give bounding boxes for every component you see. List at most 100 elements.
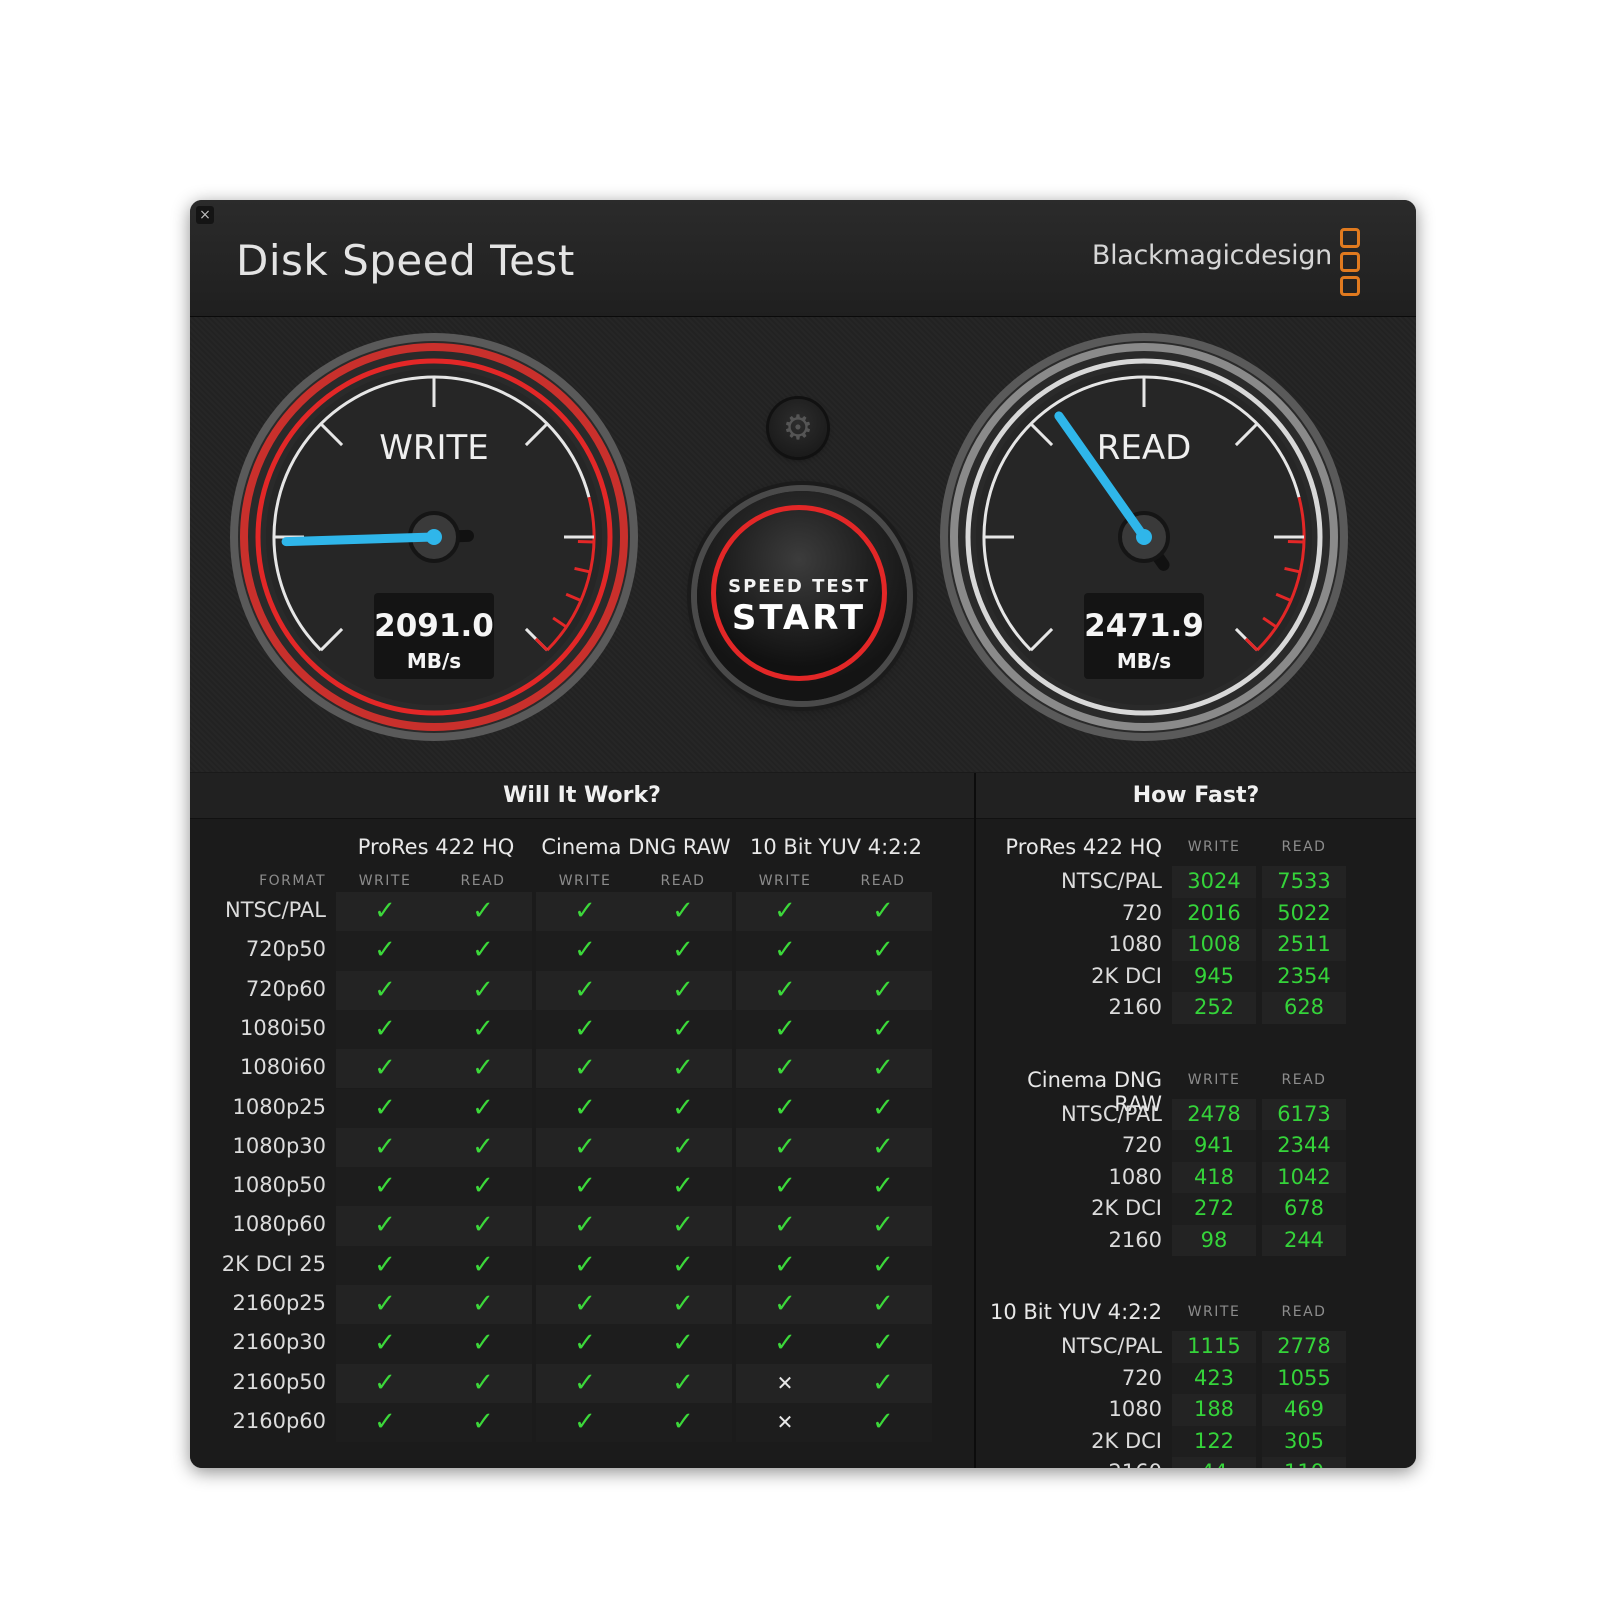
table-row: NTSC/PAL 1115 2778 xyxy=(976,1331,1416,1363)
check-icon: ✓ xyxy=(536,1167,634,1207)
table-row: 1080i50 ✓ ✓ ✓ ✓ ✓ ✓ xyxy=(190,1009,974,1050)
check-icon: ✓ xyxy=(834,970,932,1010)
will-it-work-panel: Will It Work? ProRes 422 HQ Cinema DNG RA… xyxy=(190,773,976,1468)
check-icon: ✓ xyxy=(736,931,834,971)
check-icon: ✓ xyxy=(634,1402,732,1443)
check-icon: ✓ xyxy=(834,1363,932,1403)
read-speed-value: 2778 xyxy=(1262,1331,1346,1363)
check-icon: ✓ xyxy=(736,1285,834,1325)
check-icon: ✓ xyxy=(434,1363,532,1403)
table-row: 2160 252 628 xyxy=(976,992,1416,1024)
check-icon: ✓ xyxy=(536,1206,634,1246)
write-gauge-label: WRITE xyxy=(379,428,489,468)
check-icon: ✓ xyxy=(634,1088,732,1128)
format-label: 720p60 xyxy=(245,976,326,1001)
format-label: 2160p50 xyxy=(232,1369,327,1394)
write-speed-value: 272 xyxy=(1172,1193,1256,1225)
check-icon: ✓ xyxy=(536,1245,634,1285)
write-speed-value: 98 xyxy=(1172,1224,1256,1256)
check-icon: ✓ xyxy=(336,1088,434,1128)
read-speed-value: 1055 xyxy=(1262,1362,1346,1394)
read-redline-tick xyxy=(1287,540,1304,544)
read-speed-value: 628 xyxy=(1262,992,1346,1024)
format-label: 2160p30 xyxy=(232,1330,327,1355)
check-icon: ✓ xyxy=(336,1167,434,1207)
format-label: 1080i60 xyxy=(240,1055,326,1080)
check-icon: ✓ xyxy=(736,970,834,1010)
format-label: 2160 xyxy=(1108,995,1162,1019)
check-icon: ✓ xyxy=(336,1009,434,1050)
codec-header: ProRes 422 HQ xyxy=(357,835,515,859)
check-icon: ✓ xyxy=(736,1167,834,1207)
read-gauge: READ 2471.9 MB/s xyxy=(938,331,1350,743)
table-row: 2K DCI 945 2354 xyxy=(976,960,1416,992)
close-button[interactable]: × xyxy=(196,206,214,224)
check-icon: ✓ xyxy=(834,931,932,971)
format-label: 2160p25 xyxy=(232,1291,327,1315)
check-icon: ✓ xyxy=(634,892,732,932)
table-row: NTSC/PAL ✓ ✓ ✓ ✓ ✓ ✓ xyxy=(190,892,974,932)
table-row: 2160p25 ✓ ✓ ✓ ✓ ✓ ✓ xyxy=(190,1285,974,1325)
format-label: NTSC/PAL xyxy=(1061,1334,1162,1358)
format-label: 2K DCI xyxy=(1091,1428,1162,1453)
table-row: 720 423 1055 xyxy=(976,1362,1416,1394)
check-icon: ✓ xyxy=(434,1324,532,1364)
format-label: 2K DCI xyxy=(1091,1196,1162,1220)
table-row: 1080p25 ✓ ✓ ✓ ✓ ✓ ✓ xyxy=(190,1088,974,1128)
check-icon: ✓ xyxy=(434,1285,532,1325)
format-label: 2K DCI xyxy=(1091,963,1162,988)
how-fast-title: How Fast? xyxy=(976,773,1416,819)
check-icon: ✓ xyxy=(434,1245,532,1285)
format-label: 720 xyxy=(1121,1133,1162,1157)
table-row: 2K DCI 272 678 xyxy=(976,1193,1416,1225)
check-icon: ✓ xyxy=(434,931,532,971)
check-icon: ✓ xyxy=(834,892,932,932)
check-icon: ✓ xyxy=(634,1167,732,1207)
check-icon: ✓ xyxy=(634,931,732,971)
check-icon: ✓ xyxy=(834,1245,932,1285)
start-button[interactable]: SPEED TEST START xyxy=(697,491,907,701)
read-speed-value: 6173 xyxy=(1262,1098,1346,1130)
check-icon: ✓ xyxy=(834,1088,932,1128)
table-row: 2K DCI 122 305 xyxy=(976,1425,1416,1457)
check-icon: ✓ xyxy=(336,1206,434,1246)
write-speed-value: 252 xyxy=(1172,992,1256,1024)
check-icon: ✓ xyxy=(834,1049,932,1089)
read-speed-value: 2354 xyxy=(1262,960,1346,992)
check-icon: ✓ xyxy=(536,1009,634,1050)
check-icon: ✓ xyxy=(536,1285,634,1325)
format-label: 1080p25 xyxy=(232,1094,327,1119)
check-icon: ✓ xyxy=(634,1324,732,1364)
check-icon: ✓ xyxy=(434,1167,532,1207)
table-row: 720 2016 5022 xyxy=(976,897,1416,929)
check-icon: ✓ xyxy=(634,1363,732,1403)
write-speed-value: 945 xyxy=(1172,960,1256,992)
cross-icon: ✕ xyxy=(736,1363,834,1403)
write-speed-value: 44 xyxy=(1172,1457,1256,1468)
check-icon: ✓ xyxy=(736,1127,834,1168)
read-speed-value: 5022 xyxy=(1262,897,1346,929)
check-icon: ✓ xyxy=(336,1324,434,1364)
read-gauge-label: READ xyxy=(1097,428,1192,468)
write-speed-value: 423 xyxy=(1172,1362,1256,1394)
column-label: WRITE xyxy=(1187,1071,1241,1088)
check-icon: ✓ xyxy=(434,892,532,932)
settings-button[interactable]: ⚙ xyxy=(769,399,827,457)
write-speed-value: 188 xyxy=(1172,1394,1256,1426)
how-fast-panel: How Fast? ProRes 422 HQ WRITE READ NTSC/PAL… xyxy=(976,773,1416,1468)
check-icon: ✓ xyxy=(336,1245,434,1285)
check-icon: ✓ xyxy=(834,1127,932,1168)
table-row: 720p60 ✓ ✓ ✓ ✓ ✓ ✓ xyxy=(190,970,974,1010)
column-label: READ xyxy=(1281,839,1327,855)
table-row: 2160p30 ✓ ✓ ✓ ✓ ✓ ✓ xyxy=(190,1324,974,1364)
check-icon: ✓ xyxy=(434,1088,532,1128)
check-icon: ✓ xyxy=(736,1088,834,1128)
format-label: 1080p60 xyxy=(232,1212,327,1237)
title-bar: × Disk Speed Test Blackmagicdesign xyxy=(190,200,1416,317)
format-label: NTSC/PAL xyxy=(225,898,326,922)
format-label: 1080p30 xyxy=(232,1133,327,1158)
check-icon: ✓ xyxy=(634,1206,732,1246)
write-gauge-svg: WRITE 2091.0 MB/s xyxy=(230,333,638,741)
table-row: 1080 418 1042 xyxy=(976,1161,1416,1193)
check-icon: ✓ xyxy=(536,1324,634,1364)
